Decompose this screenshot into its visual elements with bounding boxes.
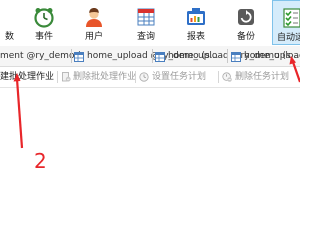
toolbar-label: 查询 xyxy=(136,32,155,42)
app-window: 数 事件 用户 查询 报表 备份 自动运 ment @ry_demo (hom… xyxy=(0,0,300,200)
tab-label: home_upload xyxy=(244,51,300,61)
toolbar-button-automation[interactable]: 自动运 xyxy=(272,0,300,45)
action-label: 删除批处理作业 xyxy=(73,72,137,82)
toolbar-label: 数 xyxy=(4,32,14,42)
annotation-arrow-2 xyxy=(15,78,24,149)
clock-icon xyxy=(33,6,55,28)
action-divider xyxy=(57,71,58,83)
action-label: 建批处理作业 xyxy=(0,72,55,82)
object-tab-strip: ment @ry_demo ( home_upload @ry_demo (s.… xyxy=(0,46,300,67)
action-divider xyxy=(218,71,219,83)
table-tab-icon xyxy=(231,52,241,62)
toolbar-button-backup[interactable]: 备份 xyxy=(226,0,266,45)
delete-schedule-icon xyxy=(222,72,232,82)
toolbar-label: 备份 xyxy=(236,32,255,42)
table-tab-icon xyxy=(74,52,84,62)
toolbar-button-query[interactable]: 查询 xyxy=(126,0,166,45)
tab-home-upload-1[interactable]: home_upload @ry_demo (s... xyxy=(74,49,218,63)
delete-batch-job-button[interactable]: 删除批处理作业 xyxy=(61,70,145,84)
toolbar-label: 事件 xyxy=(34,32,53,42)
toolbar-label: 报表 xyxy=(186,32,205,42)
main-toolbar: 数 事件 用户 查询 报表 备份 自动运 xyxy=(0,0,300,47)
toolbar-button-data[interactable]: 数 xyxy=(0,0,16,45)
batch-job-action-bar: 建批处理作业 删除批处理作业 设置任务计划 删除任务计划 xyxy=(0,67,300,88)
tab-divider xyxy=(227,49,228,63)
tab-divider xyxy=(71,49,72,63)
report-icon xyxy=(185,6,207,28)
new-batch-job-button[interactable]: 建批处理作业 xyxy=(0,70,56,84)
delete-document-icon xyxy=(61,72,71,82)
checklist-icon xyxy=(281,7,300,29)
schedule-clock-icon xyxy=(139,72,149,82)
tab-label: ment @ry_demo ( xyxy=(0,51,81,61)
toolbar-button-report[interactable]: 报表 xyxy=(176,0,216,45)
tab-event[interactable]: ment @ry_demo ( xyxy=(0,49,81,63)
action-label: 删除任务计划 xyxy=(235,72,290,82)
table-query-icon xyxy=(135,6,157,28)
toolbar-button-event[interactable]: 事件 xyxy=(24,0,64,45)
toolbar-label: 自动运 xyxy=(277,33,300,43)
tab-divider xyxy=(152,49,153,63)
table-tab-icon xyxy=(155,52,165,62)
toolbar-label: 用户 xyxy=(84,32,103,42)
tab-home-upload-2[interactable]: home_upload @ry_demo (s... xyxy=(155,49,299,63)
backup-icon xyxy=(235,6,257,28)
action-label: 设置任务计划 xyxy=(152,72,207,82)
set-schedule-button[interactable]: 设置任务计划 xyxy=(139,70,219,84)
delete-schedule-button[interactable]: 删除任务计划 xyxy=(222,70,300,84)
toolbar-button-user[interactable]: 用户 xyxy=(74,0,114,45)
action-divider xyxy=(135,71,136,83)
tab-home-upload-3[interactable]: home_upload xyxy=(231,49,300,63)
annotation-step-number: 2 xyxy=(34,149,47,173)
user-icon xyxy=(83,6,105,28)
